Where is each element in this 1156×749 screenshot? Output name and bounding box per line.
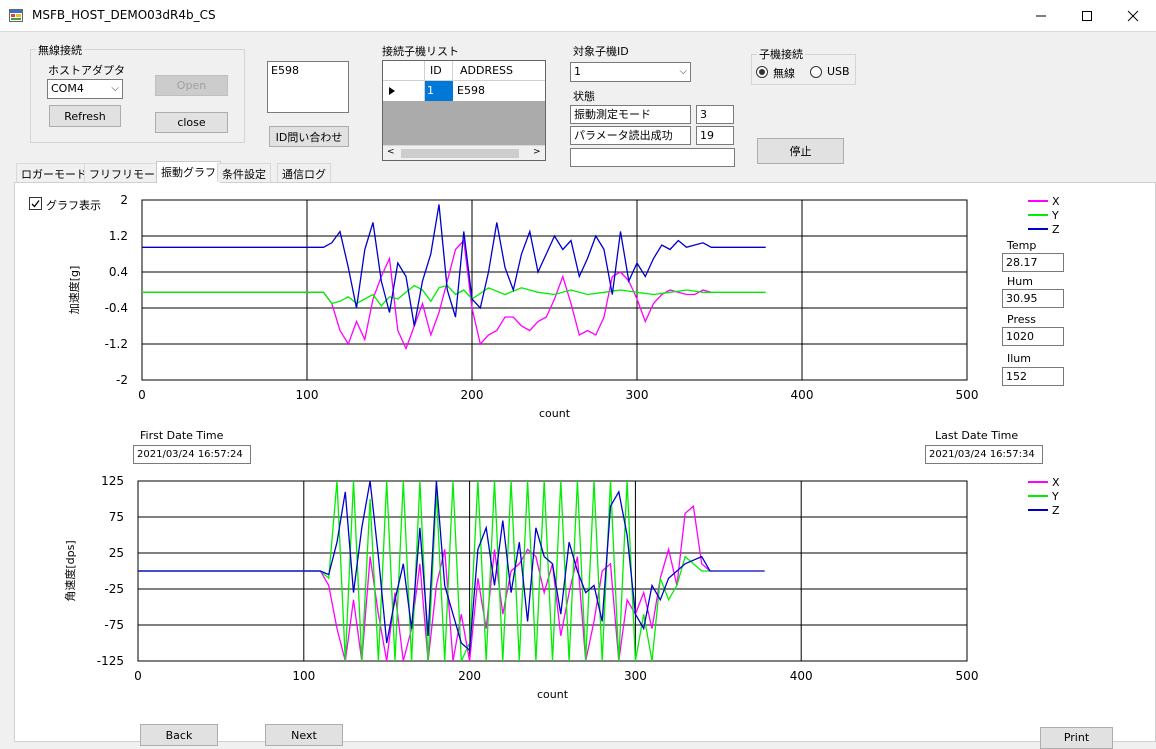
next-button[interactable]: Next xyxy=(265,724,343,746)
gyro-ytick-label: 75 xyxy=(109,510,124,524)
accel-legend-label-x: X xyxy=(1052,195,1060,208)
accel-ytick-label: 0.4 xyxy=(109,265,128,279)
acceleration-chart: 2 1.2 0.4 -0.4 -1.2 -2 0 100 200 300 400 500 count 加速… xyxy=(63,193,1060,701)
gyro-ytick-label: -25 xyxy=(104,582,124,596)
first-date-label: First Date Time xyxy=(140,429,224,442)
gyro-ylabel: 角速度[dps] xyxy=(63,540,77,601)
gyro-ytick-label: -125 xyxy=(97,654,124,668)
accel-xtick-label: 200 xyxy=(461,388,484,402)
accel-xlabel: count xyxy=(539,407,571,420)
accel-ylabel: 加速度[g] xyxy=(67,266,81,315)
gyro-xtick-label: 200 xyxy=(458,669,481,683)
gyro-xtick-label: 400 xyxy=(790,669,813,683)
accel-ytick-label: 1.2 xyxy=(109,229,128,243)
accel-ytick-label: -2 xyxy=(116,373,128,387)
sensor-temp-label: Temp xyxy=(1007,239,1037,252)
gyro-legend-label-x: X xyxy=(1052,476,1060,489)
back-button[interactable]: Back xyxy=(140,724,218,746)
sensor-ilum-label: Ilum xyxy=(1007,352,1031,365)
gyro-ytick-label: 25 xyxy=(109,546,124,560)
gyro-legend-label-z: Z xyxy=(1052,504,1060,517)
accel-legend-label-z: Z xyxy=(1052,223,1060,236)
gyro-ytick-label: 125 xyxy=(101,474,124,488)
sensor-press-label: Press xyxy=(1007,313,1036,326)
gyro-ytick-label: -75 xyxy=(104,618,124,632)
gyro-xtick-label: 500 xyxy=(956,669,979,683)
print-button[interactable]: Print xyxy=(1040,727,1113,749)
sensor-hum-value: 30.95 xyxy=(1002,289,1064,308)
first-date-field: 2021/03/24 16:57:24 xyxy=(133,445,251,464)
last-date-field: 2021/03/24 16:57:34 xyxy=(925,445,1043,464)
accel-ytick-label: -1.2 xyxy=(105,337,128,351)
accel-ytick-label: 2 xyxy=(120,193,128,207)
sensor-hum-label: Hum xyxy=(1007,275,1033,288)
sensor-ilum-value: 152 xyxy=(1002,367,1064,386)
accel-xtick-label: 100 xyxy=(296,388,319,402)
accel-xtick-label: 500 xyxy=(956,388,979,402)
gyro-xtick-label: 100 xyxy=(292,669,315,683)
accel-xtick-label: 400 xyxy=(791,388,814,402)
sensor-temp-value: 28.17 xyxy=(1002,253,1064,272)
accel-legend-label-y: Y xyxy=(1051,209,1059,222)
accel-xtick-label: 0 xyxy=(138,388,146,402)
accel-xtick-label: 300 xyxy=(626,388,649,402)
gyro-xtick-label: 300 xyxy=(624,669,647,683)
sensor-press-value: 1020 xyxy=(1002,327,1064,346)
gyro-legend-label-y: Y xyxy=(1051,490,1059,503)
gyro-xlabel: count xyxy=(537,688,569,701)
gyro-xtick-label: 0 xyxy=(134,669,142,683)
accel-plot-area xyxy=(141,199,968,381)
accel-ytick-label: -0.4 xyxy=(105,301,128,315)
last-date-label: Last Date Time xyxy=(935,429,1019,442)
